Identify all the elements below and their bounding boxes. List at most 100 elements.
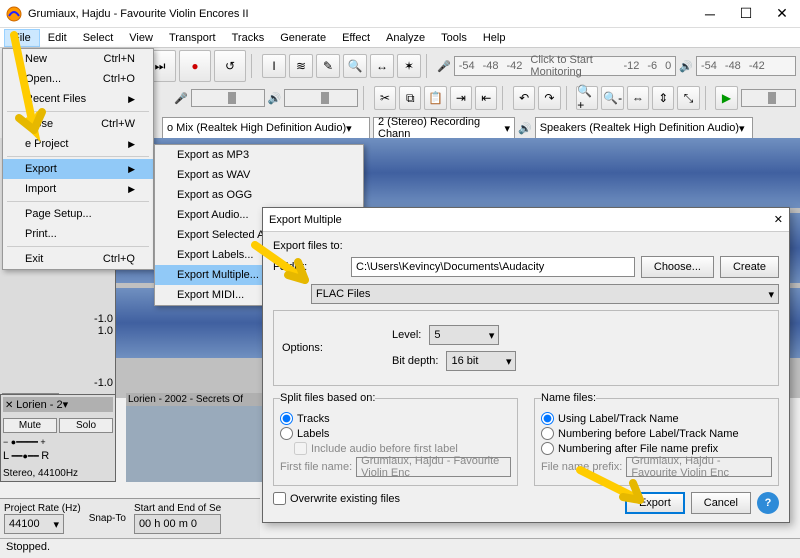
file-save-project[interactable]: e Project▶ [3, 134, 153, 154]
split-labels-radio[interactable] [280, 427, 293, 440]
zoom-tool[interactable]: 🔍 [343, 54, 367, 78]
fit-selection-button[interactable]: ⇔ [627, 86, 649, 110]
record-button[interactable]: ● [179, 50, 211, 82]
play-at-speed-button[interactable]: ▶ [715, 86, 737, 110]
record-volume-slider[interactable] [191, 89, 265, 107]
export-button[interactable]: Export [625, 492, 685, 514]
undo-button[interactable]: ↶ [513, 86, 535, 110]
file-new[interactable]: NewCtrl+N [3, 49, 153, 69]
record-meter[interactable]: -54-48-42 Click to Start Monitoring -12-… [454, 56, 677, 76]
paste-button[interactable]: 📋 [424, 86, 446, 110]
name-opt1-radio[interactable] [541, 412, 554, 425]
audacity-icon [6, 6, 22, 22]
menu-help[interactable]: Help [475, 30, 514, 46]
file-print[interactable]: Print... [3, 224, 153, 244]
file-open[interactable]: Open...Ctrl+O [3, 69, 153, 89]
playback-device-combo[interactable]: Speakers (Realtek High Definition Audio)… [535, 117, 753, 139]
envelope-tool[interactable]: ≋ [289, 54, 313, 78]
copy-button[interactable]: ⧉ [399, 86, 421, 110]
cut-button[interactable]: ✂ [374, 86, 396, 110]
project-rate-combo[interactable]: 44100▾ [4, 514, 64, 534]
menu-view[interactable]: View [121, 30, 161, 46]
menu-analyze[interactable]: Analyze [378, 30, 433, 46]
file-close[interactable]: CloseCtrl+W [3, 114, 153, 134]
timeshift-tool[interactable]: ↔ [370, 54, 394, 78]
file-export[interactable]: Export▶ [3, 159, 153, 179]
mic-meter-icon: 🎤 [437, 60, 451, 73]
menu-generate[interactable]: Generate [272, 30, 334, 46]
export-ogg[interactable]: Export as OGG [155, 185, 363, 205]
export-mp3[interactable]: Export as MP3 [155, 145, 363, 165]
include-first-checkbox [294, 442, 307, 455]
export-wav[interactable]: Export as WAV [155, 165, 363, 185]
options-label: Options: [282, 342, 332, 354]
cancel-button[interactable]: Cancel [691, 492, 751, 514]
name-opt2-radio[interactable] [541, 427, 554, 440]
channels-combo[interactable]: 2 (Stereo) Recording Chann ▾ [373, 117, 515, 139]
overwrite-checkbox[interactable] [273, 492, 286, 505]
split-fieldset: Split files based on: Tracks Labels Incl… [273, 392, 518, 486]
titlebar: Grumiaux, Hajdu - Favourite Violin Encor… [0, 0, 800, 28]
speaker-device-icon: 🔊 [518, 122, 532, 135]
help-icon[interactable]: ? [757, 492, 779, 514]
track-control-panel-2[interactable]: ✕ Lorien - 2▾ Mute Solo − ●━━━━ + L ━━●━… [0, 394, 116, 482]
first-name-input: Grumiaux, Hajdu - Favourite Violin Enc [356, 457, 511, 477]
menu-tracks[interactable]: Tracks [224, 30, 273, 46]
mute-button[interactable]: Mute [3, 418, 57, 433]
dialog-close-icon[interactable]: ✕ [774, 213, 783, 226]
silence-button[interactable]: ⇤ [475, 86, 497, 110]
draw-tool[interactable]: ✎ [316, 54, 340, 78]
selection-tool[interactable]: I [262, 54, 286, 78]
trim-button[interactable]: ⇥ [450, 86, 472, 110]
loop-button[interactable]: ↺ [214, 50, 246, 82]
file-exit[interactable]: ExitCtrl+Q [3, 249, 153, 269]
close-button[interactable]: ✕ [764, 0, 800, 28]
name-opt3-radio[interactable] [541, 442, 554, 455]
bitdepth-combo[interactable]: 16 bit▾ [446, 351, 516, 371]
play-speed-slider[interactable] [741, 89, 797, 107]
menu-file[interactable]: File [4, 29, 40, 47]
redo-button[interactable]: ↷ [538, 86, 560, 110]
status-bar: Stopped. [0, 538, 800, 558]
format-combo[interactable]: FLAC Files▾ [311, 284, 779, 304]
menubar: File Edit Select View Transport Tracks G… [0, 28, 800, 48]
split-tracks-radio[interactable] [280, 412, 293, 425]
zoom-toggle-button[interactable]: ⤡ [677, 86, 699, 110]
selection-label: Start and End of Se [134, 503, 221, 514]
prefix-input: Grumiaux, Hajdu - Favourite Violin Enc [626, 457, 772, 477]
file-menu-dropdown: NewCtrl+N Open...Ctrl+O Recent Files▶ Cl… [2, 48, 154, 270]
fit-project-button[interactable]: ⇕ [652, 86, 674, 110]
menu-tools[interactable]: Tools [433, 30, 475, 46]
project-rate-label: Project Rate (Hz) [4, 503, 81, 514]
create-button[interactable]: Create [720, 256, 779, 278]
dialog-titlebar: Export Multiple ✕ [263, 208, 789, 232]
maximize-button[interactable]: ☐ [728, 0, 764, 28]
folder-input[interactable]: C:\Users\Kevincy\Documents\Audacity [351, 257, 635, 277]
file-recent[interactable]: Recent Files▶ [3, 89, 153, 109]
solo-button[interactable]: Solo [59, 418, 113, 433]
export-to-label: Export files to: [273, 240, 779, 252]
play-meter[interactable]: -54-48-42 [696, 56, 796, 76]
file-page-setup[interactable]: Page Setup... [3, 204, 153, 224]
choose-button[interactable]: Choose... [641, 256, 714, 278]
bitdepth-label: Bit depth: [392, 355, 438, 367]
record-device-combo[interactable]: o Mix (Realtek High Definition Audio) ▾ [162, 117, 370, 139]
level-combo[interactable]: 5▾ [429, 325, 499, 345]
track2-name-dropdown[interactable]: ✕ Lorien - 2▾ [3, 397, 113, 412]
zoom-out-button[interactable]: 🔍- [601, 86, 623, 110]
menu-edit[interactable]: Edit [40, 30, 75, 46]
menu-transport[interactable]: Transport [161, 30, 224, 46]
minimize-button[interactable]: ─ [692, 0, 728, 28]
file-import[interactable]: Import▶ [3, 179, 153, 199]
folder-label: Folder: [273, 261, 345, 273]
time-display[interactable]: 00 h 00 m 0 [134, 514, 221, 534]
export-multiple-dialog: Export Multiple ✕ Export files to: Folde… [262, 207, 790, 523]
multi-tool[interactable]: ✶ [397, 54, 421, 78]
menu-select[interactable]: Select [75, 30, 122, 46]
playback-volume-slider[interactable] [284, 89, 358, 107]
name-fieldset: Name files: Using Label/Track Name Numbe… [534, 392, 779, 486]
snap-label: Snap-To [89, 513, 126, 524]
waveform-display-2[interactable]: Lorien - 2002 - Secrets Of [126, 394, 262, 482]
zoom-in-button[interactable]: 🔍+ [576, 86, 598, 110]
menu-effect[interactable]: Effect [334, 30, 378, 46]
